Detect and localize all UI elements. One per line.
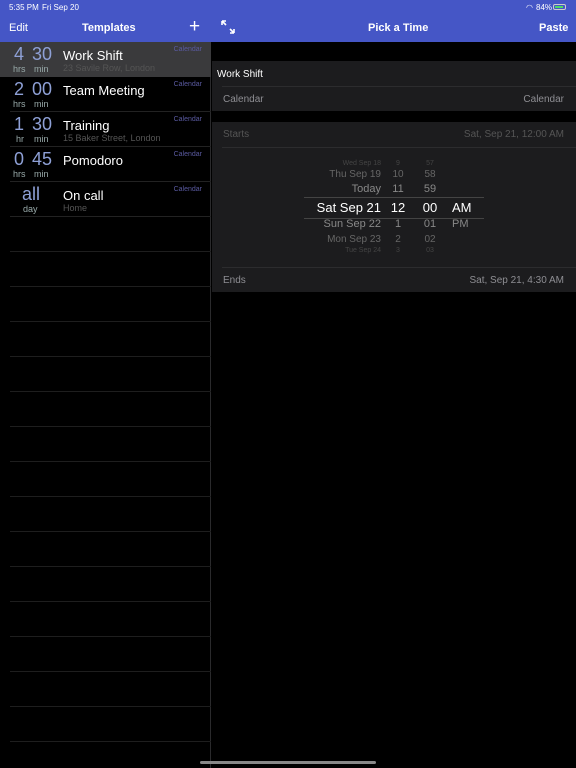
nav-bar: [0, 0, 576, 42]
empty-row-separator: [10, 356, 211, 357]
hours-unit: hrs: [13, 64, 26, 74]
starts-label[interactable]: Starts: [223, 129, 249, 140]
paste-button[interactable]: Paste: [539, 22, 568, 34]
template-calendar: Calendar: [173, 151, 202, 158]
empty-row-separator: [10, 741, 211, 742]
calendar-value: Calendar: [523, 94, 564, 105]
empty-row-separator: [10, 601, 211, 602]
ends-label[interactable]: Ends: [223, 275, 246, 286]
template-row[interactable]: 0 45 hrs min Pomodoro Calendar: [0, 147, 211, 182]
template-calendar: Calendar: [173, 186, 202, 193]
minutes-unit: min: [34, 134, 49, 144]
add-button[interactable]: +: [189, 16, 200, 38]
template-title: Team Meeting: [63, 83, 145, 98]
template-title: On call: [63, 188, 104, 203]
home-indicator: [200, 761, 376, 764]
battery-icon: [553, 4, 566, 10]
empty-row-separator: [10, 496, 211, 497]
pick-time-title: Pick a Time: [368, 22, 429, 34]
minutes-unit: min: [34, 64, 49, 74]
template-location: 15 Baker Street, London: [63, 133, 161, 143]
calendar-row[interactable]: Calendar Calendar: [212, 86, 576, 111]
empty-row-separator: [10, 286, 211, 287]
minutes-value: 30: [32, 44, 53, 64]
empty-row-separator: [10, 566, 211, 567]
edit-button[interactable]: Edit: [9, 22, 28, 34]
status-time: 5:35 PM: [9, 3, 39, 12]
ends-value[interactable]: Sat, Sep 21, 4:30 AM: [469, 275, 564, 286]
templates-title: Templates: [82, 22, 136, 34]
minutes-unit: min: [34, 169, 49, 179]
template-calendar: Calendar: [173, 46, 202, 53]
status-date: Fri Sep 20: [42, 3, 79, 12]
hours-value: 1: [14, 114, 25, 134]
empty-row-separator: [10, 391, 211, 392]
battery-percent: 84%: [536, 3, 553, 12]
empty-row-separator: [10, 251, 211, 252]
allday-unit: day: [23, 204, 38, 214]
template-location: 23 Savile Row, London: [63, 63, 156, 73]
empty-row-separator: [10, 706, 211, 707]
templates-list: 4 30 hrs min Work Shift 23 Savile Row, L…: [0, 42, 211, 768]
template-title: Pomodoro: [63, 153, 123, 168]
starts-value[interactable]: Sat, Sep 21, 12:00 AM: [464, 129, 564, 140]
empty-row-separator: [10, 426, 211, 427]
hours-value: 0: [14, 149, 25, 169]
template-row[interactable]: 1 30 hr min Training 15 Baker Street, Lo…: [0, 112, 211, 147]
wifi-icon: ◠: [526, 3, 533, 12]
template-row[interactable]: all day On call Home Calendar: [0, 182, 211, 217]
allday-value: all: [22, 184, 41, 204]
minutes-value: 30: [32, 114, 53, 134]
hours-value: 2: [14, 79, 25, 99]
template-row[interactable]: 4 30 hrs min Work Shift 23 Savile Row, L…: [0, 42, 211, 77]
hours-unit: hrs: [13, 99, 26, 109]
time-section: Starts Sat, Sep 21, 12:00 AM Ends Sat, S…: [212, 122, 576, 292]
expand-arrows-icon[interactable]: [221, 20, 235, 34]
template-row[interactable]: 2 00 hrs min Team Meeting Calendar: [0, 77, 211, 112]
empty-row-separator: [10, 671, 211, 672]
template-name-value: Work Shift: [217, 69, 263, 80]
template-location: Home: [63, 203, 88, 213]
hours-unit: hrs: [13, 169, 26, 179]
empty-row-separator: [10, 321, 211, 322]
calendar-label: Calendar: [223, 94, 264, 105]
template-title: Work Shift: [63, 48, 123, 63]
hours-value: 4: [14, 44, 25, 64]
empty-row-separator: [10, 531, 211, 532]
minutes-value: 00: [32, 79, 53, 99]
template-name-field[interactable]: Work Shift: [212, 61, 576, 86]
minutes-unit: min: [34, 99, 49, 109]
empty-row-separator: [10, 636, 211, 637]
minutes-value: 45: [32, 149, 53, 169]
template-calendar: Calendar: [173, 116, 202, 123]
hours-unit: hr: [16, 134, 25, 144]
template-calendar: Calendar: [173, 81, 202, 88]
template-title: Training: [63, 118, 110, 133]
empty-row-separator: [10, 461, 211, 462]
